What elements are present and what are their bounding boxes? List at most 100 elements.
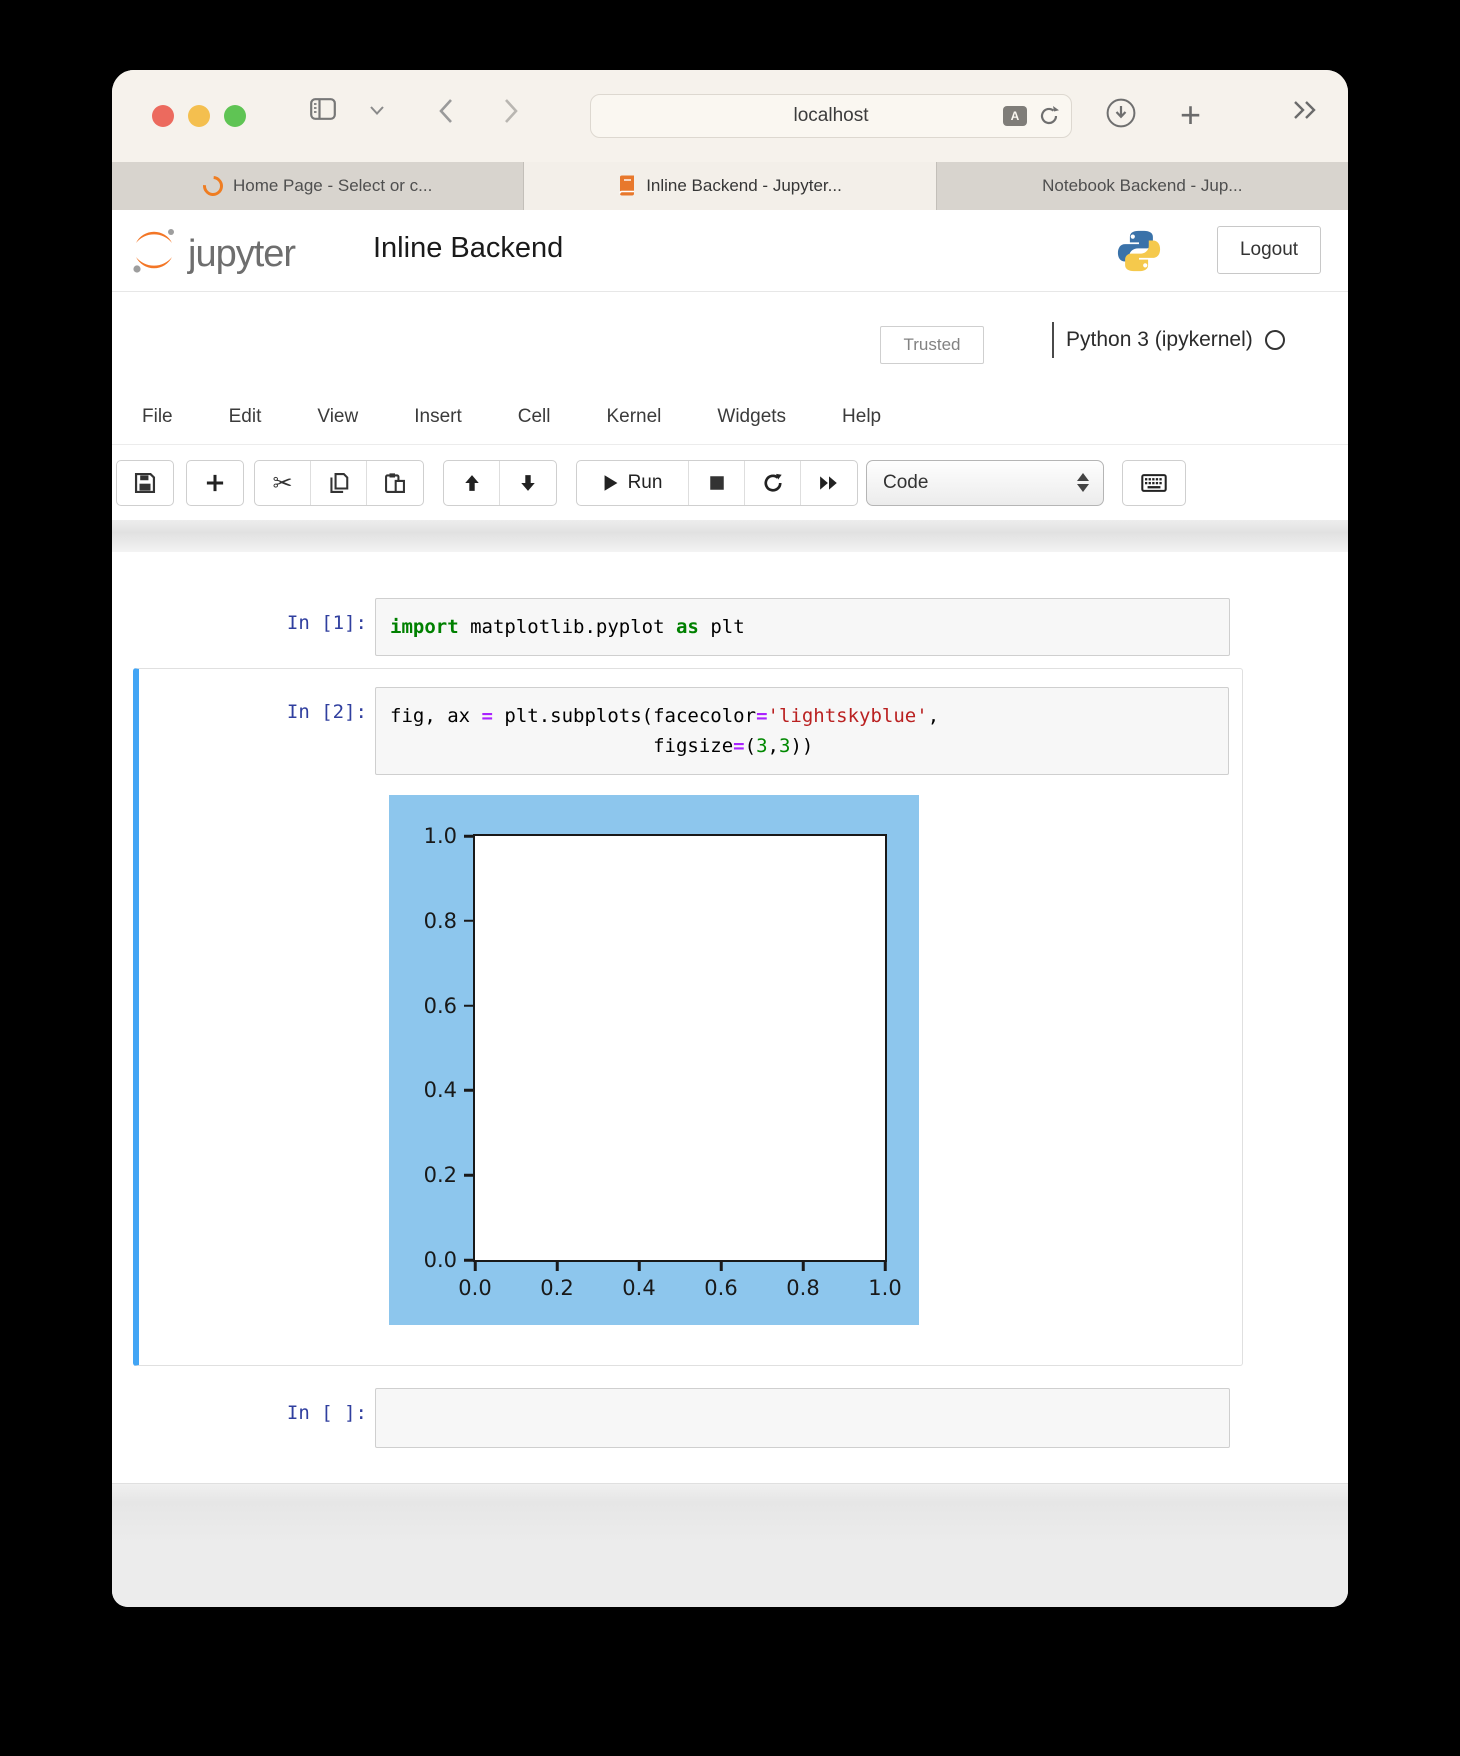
jupyter-logo[interactable]: jupyter: [128, 224, 295, 276]
tab-home-page[interactable]: Home Page - Select or c...: [112, 162, 524, 210]
x-tick-mark: [802, 1262, 805, 1271]
move-down-icon: [519, 474, 537, 492]
command-palette-button[interactable]: [1123, 461, 1185, 505]
tab-label: Inline Backend - Jupyter...: [646, 176, 842, 196]
more-icon[interactable]: [1292, 98, 1318, 122]
menu-edit[interactable]: Edit: [229, 406, 262, 428]
y-tick-mark: [464, 1259, 473, 1262]
jupyter-logo-text: jupyter: [188, 233, 295, 276]
kernel-indicator: Python 3 (ipykernel): [1052, 322, 1285, 358]
browser-window: localhost A + Home Page - Select or c...…: [112, 70, 1348, 1607]
paste-cell-button[interactable]: [367, 461, 423, 505]
python-icon: [1116, 226, 1162, 276]
kernel-name[interactable]: Python 3 (ipykernel): [1066, 328, 1253, 352]
notebook-container: In [1]: import matplotlib.pyplot as plt …: [112, 552, 1348, 1483]
save-button[interactable]: [117, 461, 173, 505]
move-cell-down-button[interactable]: [500, 461, 556, 505]
run-button[interactable]: Run: [577, 461, 689, 505]
cut-cell-button[interactable]: ✂: [255, 461, 311, 505]
cut-icon: ✂: [272, 469, 292, 497]
stop-icon: [708, 474, 726, 492]
copy-cell-button[interactable]: [311, 461, 367, 505]
y-tick-label: 0.4: [424, 1078, 457, 1102]
y-tick-label: 0.0: [424, 1248, 457, 1272]
trusted-button[interactable]: Trusted: [880, 326, 984, 364]
address-bar[interactable]: localhost A: [590, 94, 1072, 138]
restart-kernel-button[interactable]: [745, 461, 801, 505]
reload-icon[interactable]: [1039, 105, 1059, 127]
matplotlib-figure-output: 0.00.20.40.60.81.00.00.20.40.60.81.0: [389, 795, 919, 1325]
menu-help[interactable]: Help: [842, 406, 881, 428]
cell-type-select[interactable]: Code: [866, 460, 1104, 506]
jupyter-ring-icon: [199, 172, 227, 200]
x-tick-label: 0.0: [458, 1276, 491, 1300]
y-tick-label: 1.0: [424, 824, 457, 848]
x-tick-mark: [884, 1262, 887, 1271]
interrupt-kernel-button[interactable]: [689, 461, 745, 505]
run-icon: [603, 474, 619, 492]
close-window-button[interactable]: [152, 105, 174, 127]
y-tick-label: 0.8: [424, 909, 457, 933]
tab-bar: Home Page - Select or c... Inline Backen…: [112, 162, 1348, 210]
menu-cell[interactable]: Cell: [518, 406, 551, 428]
tab-label: Home Page - Select or c...: [233, 176, 432, 196]
copy-icon: [328, 472, 350, 494]
zoom-window-button[interactable]: [224, 105, 246, 127]
save-icon: [134, 472, 156, 494]
kernel-divider: [1052, 322, 1054, 358]
y-tick-label: 0.2: [424, 1163, 457, 1187]
input-prompt: In [1]:: [112, 598, 375, 656]
notebook-toolbar: ✂ Run: [112, 445, 1348, 520]
menu-view[interactable]: View: [317, 406, 358, 428]
notebook-header: jupyter Inline Backend Logout: [112, 210, 1348, 292]
select-arrows-icon: [1077, 461, 1089, 505]
input-prompt: In [2]:: [139, 687, 375, 775]
logout-button[interactable]: Logout: [1217, 226, 1321, 274]
x-tick-mark: [556, 1262, 559, 1271]
y-tick-mark: [464, 1174, 473, 1177]
address-text: localhost: [794, 105, 869, 127]
notebook-footer: [112, 1483, 1348, 1607]
y-tick-label: 0.6: [424, 994, 457, 1018]
forward-icon[interactable]: [504, 98, 519, 124]
x-tick-mark: [474, 1262, 477, 1271]
code-input-1[interactable]: import matplotlib.pyplot as plt: [375, 598, 1230, 656]
tab-inline-backend[interactable]: Inline Backend - Jupyter...: [524, 162, 936, 210]
keyboard-icon: [1141, 474, 1167, 492]
code-input-empty[interactable]: [375, 1388, 1230, 1448]
cell-type-value: Code: [883, 472, 928, 494]
translate-icon[interactable]: A: [1003, 106, 1027, 126]
new-tab-icon[interactable]: +: [1180, 94, 1201, 136]
run-label: Run: [628, 472, 663, 494]
code-cell-empty[interactable]: In [ ]:: [112, 1388, 1348, 1448]
add-cell-button[interactable]: [187, 461, 243, 505]
code-input-2[interactable]: fig, ax = plt.subplots(facecolor='lights…: [375, 687, 1229, 775]
x-tick-label: 0.4: [622, 1276, 655, 1300]
y-tick-mark: [464, 835, 473, 838]
kernel-bar: Trusted Python 3 (ipykernel): [112, 292, 1348, 390]
menu-insert[interactable]: Insert: [414, 406, 462, 428]
code-cell-1[interactable]: In [1]: import matplotlib.pyplot as plt: [112, 598, 1348, 656]
menu-kernel[interactable]: Kernel: [606, 406, 661, 428]
chevron-down-icon[interactable]: [370, 106, 384, 115]
tab-label: Notebook Backend - Jup...: [1042, 176, 1242, 196]
move-cell-up-button[interactable]: [444, 461, 500, 505]
minimize-window-button[interactable]: [188, 105, 210, 127]
x-tick-label: 0.2: [540, 1276, 573, 1300]
x-tick-label: 0.6: [704, 1276, 737, 1300]
tab-notebook-backend[interactable]: Notebook Backend - Jup...: [937, 162, 1348, 210]
back-icon[interactable]: [438, 98, 453, 124]
menu-widgets[interactable]: Widgets: [717, 406, 786, 428]
x-tick-label: 0.8: [786, 1276, 819, 1300]
restart-run-all-button[interactable]: [801, 461, 857, 505]
notebook-title[interactable]: Inline Backend: [373, 232, 563, 265]
x-tick-mark: [638, 1262, 641, 1271]
menu-file[interactable]: File: [142, 406, 173, 428]
traffic-lights: [152, 105, 246, 127]
browser-toolbar: localhost A +: [112, 70, 1348, 162]
download-icon[interactable]: [1106, 98, 1136, 128]
code-cell-2-selected[interactable]: In [2]: fig, ax = plt.subplots(facecolor…: [133, 668, 1243, 1366]
y-tick-mark: [464, 920, 473, 923]
header-shadow: [112, 520, 1348, 552]
sidebar-icon[interactable]: [310, 98, 336, 120]
